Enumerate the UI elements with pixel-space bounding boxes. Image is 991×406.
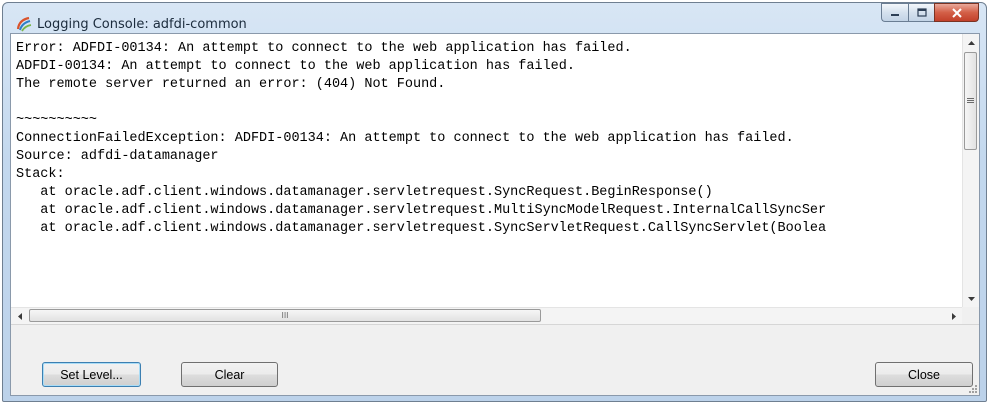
title-bar[interactable]: Logging Console: adfdi-common [3,3,986,37]
scroll-right-button[interactable] [945,308,962,324]
close-button[interactable]: Close [875,362,973,387]
minimize-button[interactable] [881,3,908,22]
arrow-up-icon [967,40,975,45]
window-title: Logging Console: adfdi-common [37,17,247,32]
dialog-client-area: Error: ADFDI-00134: An attempt to connec… [10,33,980,396]
log-line: at oracle.adf.client.windows.datamanager… [16,185,713,200]
arrow-down-icon [967,296,975,301]
scroll-up-button[interactable] [963,34,979,51]
log-line: ADFDI-00134: An attempt to connect to th… [16,59,575,74]
grip-lines-icon [967,98,974,103]
log-line: ConnectionFailedException: ADFDI-00134: … [16,131,794,146]
caption-buttons [881,3,979,23]
log-text: Error: ADFDI-00134: An attempt to connec… [16,40,826,238]
close-icon [951,7,962,18]
log-line: The remote server returned an error: (40… [16,77,446,92]
clear-button[interactable]: Clear [181,362,278,387]
scroll-down-button[interactable] [963,290,979,307]
resize-grip-icon[interactable] [968,384,978,394]
log-line: Source: adfdi-datamanager [16,149,219,164]
arrow-left-icon [17,312,22,320]
set-level-button[interactable]: Set Level... [42,362,141,387]
scrollbar-corner [962,307,979,324]
vertical-scrollbar[interactable] [962,34,979,307]
logging-console-window: Logging Console: adfdi-common Error: ADF… [2,2,987,402]
arrow-right-icon [951,312,956,320]
horizontal-scroll-thumb[interactable]: III [29,309,541,322]
horizontal-scrollbar[interactable]: III [11,307,962,324]
log-line: Stack: [16,167,65,182]
log-line: at oracle.adf.client.windows.datamanager… [16,221,827,236]
log-output-frame: Error: ADFDI-00134: An attempt to connec… [11,34,979,325]
log-line: at oracle.adf.client.windows.datamanager… [16,203,827,218]
maximize-button[interactable] [908,3,934,22]
scroll-left-button[interactable] [11,308,28,324]
minimize-icon [891,13,899,16]
log-line: ~~~~~~~~~~ [16,113,98,128]
logging-console-icon [16,16,32,32]
vertical-scroll-thumb[interactable] [964,52,977,150]
grip-lines-icon: III [281,311,289,320]
maximize-icon [916,8,927,17]
close-window-button[interactable] [934,3,979,22]
log-line: Error: ADFDI-00134: An attempt to connec… [16,41,632,56]
log-output[interactable]: Error: ADFDI-00134: An attempt to connec… [11,34,962,307]
